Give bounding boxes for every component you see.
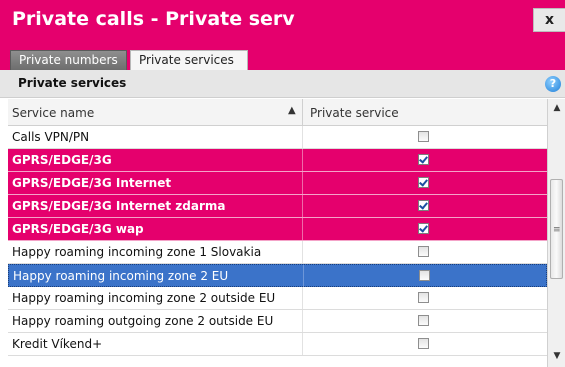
cell-divider [302, 218, 303, 240]
service-name-cell: Kredit Víkend+ [12, 337, 103, 351]
private-service-checkbox-checked[interactable] [418, 154, 429, 165]
private-service-checkbox-checked[interactable] [418, 177, 429, 188]
panel-title: Private services [18, 76, 127, 90]
sort-ascending-icon[interactable]: ▲ [288, 105, 296, 116]
tab-private-numbers[interactable]: Private numbers [10, 50, 127, 70]
private-service-checkbox[interactable] [418, 131, 429, 142]
grid-rows: Calls VPN/PN GPRS/EDGE/3G GPRS/EDGE/3G Int… [8, 126, 547, 356]
cell-divider [302, 172, 303, 194]
service-name-cell: Happy roaming outgoing zone 2 outside EU [12, 314, 274, 328]
column-header-private-service[interactable]: Private service [310, 106, 399, 120]
table-row[interactable]: GPRS/EDGE/3G Internet [8, 172, 547, 195]
private-calls-window: Private calls - Private serv x Private n… [0, 0, 565, 367]
private-service-checkbox[interactable] [418, 246, 429, 257]
private-service-checkbox[interactable] [418, 338, 429, 349]
table-row[interactable]: Happy roaming outgoing zone 2 outside EU [8, 310, 547, 333]
service-name-cell: GPRS/EDGE/3G wap [12, 222, 144, 236]
cell-divider [302, 126, 303, 148]
private-service-checkbox[interactable] [418, 292, 429, 303]
table-row[interactable]: Kredit Víkend+ [8, 333, 547, 356]
tab-private-services[interactable]: Private services [130, 50, 248, 71]
cell-divider [302, 333, 303, 355]
table-row[interactable]: Happy roaming incoming zone 2 outside EU [8, 287, 547, 310]
table-row[interactable]: Happy roaming incoming zone 1 Slovakia [8, 241, 547, 264]
column-divider[interactable] [302, 99, 303, 125]
table-row[interactable]: GPRS/EDGE/3G wap [8, 218, 547, 241]
service-name-cell: Happy roaming incoming zone 2 EU [13, 269, 229, 283]
private-service-checkbox-checked[interactable] [418, 200, 429, 211]
service-name-cell: GPRS/EDGE/3G Internet [12, 176, 172, 190]
private-service-checkbox-checked[interactable] [418, 223, 429, 234]
title-bar: Private calls - Private serv x [0, 0, 565, 46]
panel-header: Private services ? [0, 70, 565, 98]
tab-strip: Private numbers Private services [0, 46, 565, 71]
cell-divider [303, 265, 304, 287]
close-icon: x [544, 12, 555, 28]
scroll-up-icon[interactable]: ▲ [550, 101, 564, 115]
scrollbar-thumb[interactable]: ≡ [550, 179, 563, 279]
cell-divider [302, 149, 303, 171]
table-row[interactable]: Calls VPN/PN [8, 126, 547, 149]
grip-icon: ≡ [553, 225, 561, 235]
private-service-checkbox[interactable] [418, 315, 429, 326]
scroll-down-icon[interactable]: ▼ [550, 349, 564, 363]
private-service-checkbox[interactable] [419, 270, 430, 281]
service-name-cell: GPRS/EDGE/3G [12, 153, 112, 167]
help-icon[interactable]: ? [545, 76, 561, 92]
cell-divider [302, 310, 303, 332]
cell-divider [302, 287, 303, 309]
service-name-cell: Happy roaming incoming zone 1 Slovakia [12, 245, 262, 259]
close-button[interactable]: x [533, 8, 565, 32]
window-title: Private calls - Private serv [12, 8, 295, 30]
services-grid: Service name ▲ Private service Calls VPN… [8, 99, 565, 367]
service-name-cell: GPRS/EDGE/3G Internet zdarma [12, 199, 226, 213]
table-row[interactable]: GPRS/EDGE/3G [8, 149, 547, 172]
vertical-scrollbar[interactable]: ▲ ≡ ▼ [547, 99, 565, 367]
cell-divider [302, 195, 303, 217]
grid-column-headers: Service name ▲ Private service [8, 99, 547, 126]
cell-divider [302, 241, 303, 263]
table-row[interactable]: Happy roaming incoming zone 2 EU [8, 264, 547, 287]
service-name-cell: Happy roaming incoming zone 2 outside EU [12, 291, 276, 305]
service-name-cell: Calls VPN/PN [12, 130, 90, 144]
column-header-service-name[interactable]: Service name [12, 106, 94, 120]
table-row[interactable]: GPRS/EDGE/3G Internet zdarma [8, 195, 547, 218]
